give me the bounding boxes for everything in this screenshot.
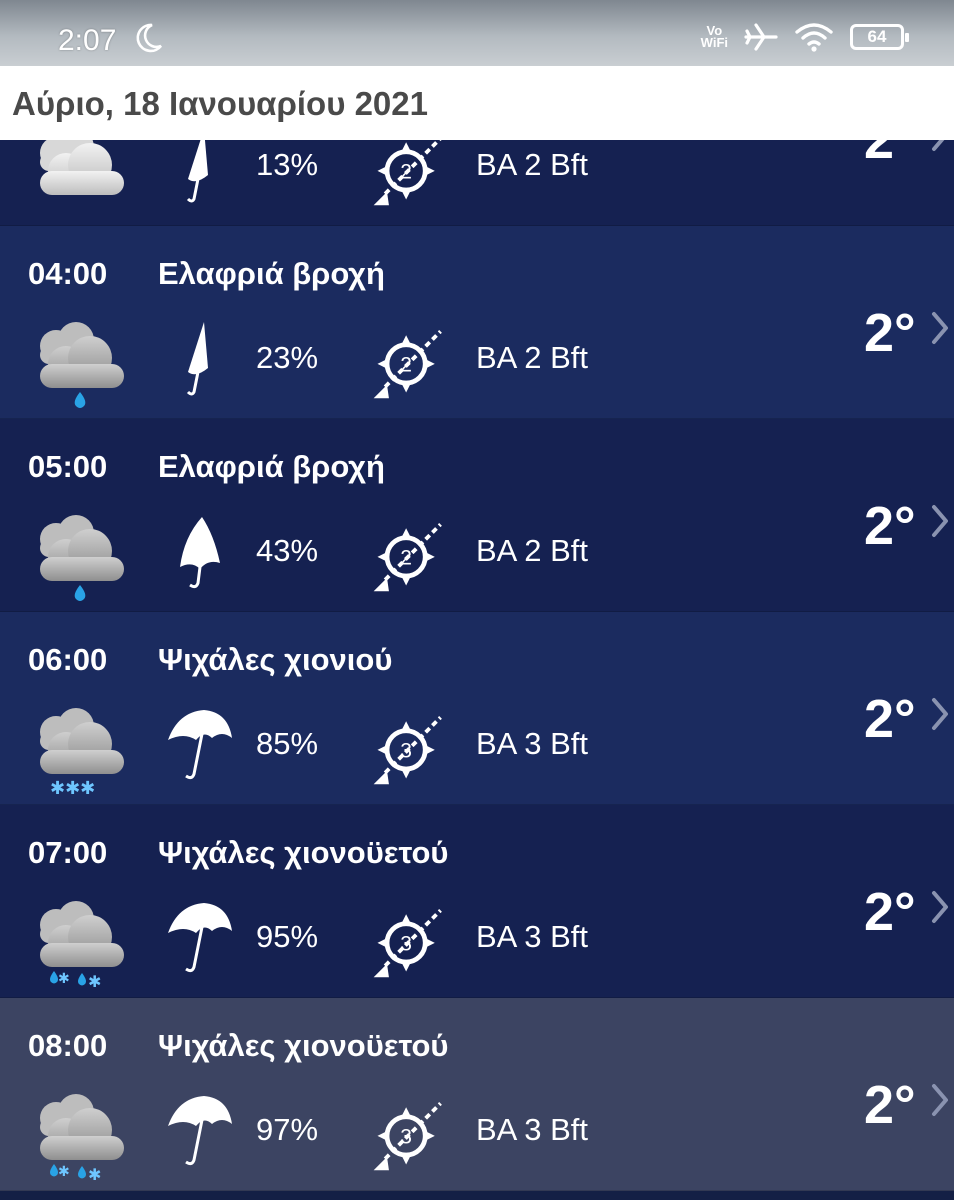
vowifi-bottom-label: WiFi	[700, 35, 728, 50]
wind-text: ΒΑ 3 Bft	[476, 1112, 589, 1147]
row-description: Ψιχάλες χιονοϋετού	[158, 835, 449, 870]
cloudy-icon	[40, 140, 124, 195]
temperature: 2°	[864, 496, 916, 556]
hourly-forecast-list[interactable]: 13% 2 ΒΑ 2 Bft 2° 04:00 Ελαφριά βροχή 23…	[0, 140, 954, 1200]
chevron-right-icon[interactable]	[928, 501, 952, 541]
wind-bft-number: 3	[400, 740, 412, 763]
forecast-row[interactable]: 07:00 Ψιχάλες χιονοϋετού ✱ ✱ 95% 3 ΒΑ 3 …	[0, 805, 954, 998]
battery-level: 64	[867, 27, 887, 46]
svg-text:✱: ✱	[58, 971, 70, 987]
precipitation-chance: 43%	[256, 533, 319, 568]
airplane-icon	[744, 23, 778, 51]
half-open-umbrella-icon	[180, 517, 220, 589]
wind-text: ΒΑ 2 Bft	[476, 147, 589, 182]
forecast-row[interactable]: 05:00 Ελαφριά βροχή 43% 2 ΒΑ 2 Bft 2°	[0, 419, 954, 612]
wind-bft-number: 3	[400, 933, 412, 956]
svg-text:✱✱✱: ✱✱✱	[50, 778, 95, 798]
chevron-right-icon[interactable]	[928, 308, 952, 348]
wind-direction-icon: 3	[368, 704, 450, 790]
forecast-row[interactable]: 13% 2 ΒΑ 2 Bft 2°	[0, 140, 954, 226]
temperature: 2°	[864, 882, 916, 942]
precipitation-chance: 13%	[256, 147, 319, 182]
open-umbrella-icon	[168, 710, 232, 780]
wind-bft-number: 2	[400, 547, 412, 570]
temperature: 2°	[864, 1075, 916, 1135]
forecast-row-selected[interactable]: 08:00 Ψιχάλες χιονοϋετού ✱ ✱ 97% 3 ΒΑ 3 …	[0, 998, 954, 1191]
wind-direction-icon: 3	[368, 897, 450, 983]
sleet-icon: ✱ ✱	[40, 901, 124, 991]
row-description: Ελαφριά βροχή	[158, 256, 385, 291]
wind-bft-number: 3	[400, 1126, 412, 1149]
sleet-icon: ✱ ✱	[40, 1094, 124, 1184]
light-rain-icon	[40, 515, 124, 601]
svg-text:✱: ✱	[88, 972, 101, 991]
row-description: Ελαφριά βροχή	[158, 449, 385, 484]
row-description: Ψιχάλες χιονοϋετού	[158, 1028, 449, 1063]
wind-text: ΒΑ 3 Bft	[476, 919, 589, 954]
wind-text: ΒΑ 2 Bft	[476, 340, 589, 375]
moon-icon	[136, 23, 163, 53]
row-time: 06:00	[28, 642, 108, 677]
wind-direction-icon: 3	[368, 1090, 450, 1176]
precipitation-chance: 85%	[256, 726, 319, 761]
closed-umbrella-icon	[186, 322, 208, 396]
closed-umbrella-icon	[186, 140, 208, 203]
forecast-row[interactable]: 06:00 Ψιχάλες χιονιού ✱✱✱ 85% 3 ΒΑ 3 Bft…	[0, 612, 954, 805]
vowifi-icon: Vo WiFi	[700, 24, 728, 50]
svg-text:✱: ✱	[58, 1164, 70, 1180]
wind-text: ΒΑ 2 Bft	[476, 533, 589, 568]
date-header: Αύριο, 18 Ιανουαρίου 2021	[0, 66, 954, 140]
open-umbrella-icon	[168, 1096, 232, 1166]
row-time: 04:00	[28, 256, 108, 291]
wind-bft-number: 2	[400, 161, 412, 184]
chevron-right-icon[interactable]	[928, 887, 952, 927]
precipitation-chance: 97%	[256, 1112, 319, 1147]
temperature: 2°	[864, 140, 916, 170]
status-time: 2:07	[58, 24, 117, 57]
wind-direction-icon: 2	[368, 140, 450, 211]
bottom-strip	[0, 1192, 954, 1200]
status-bar: 2:07 Vo WiFi 64	[0, 0, 954, 66]
forecast-row[interactable]: 04:00 Ελαφριά βροχή 23% 2 ΒΑ 2 Bft 2°	[0, 226, 954, 419]
row-time: 08:00	[28, 1028, 108, 1063]
light-rain-icon	[40, 322, 124, 408]
precipitation-chance: 95%	[256, 919, 319, 954]
wind-direction-icon: 2	[368, 318, 450, 404]
row-time: 07:00	[28, 835, 108, 870]
battery-icon: 64	[850, 24, 909, 50]
wind-direction-icon: 2	[368, 511, 450, 597]
chevron-right-icon[interactable]	[928, 140, 952, 155]
chevron-right-icon[interactable]	[928, 1080, 952, 1120]
row-description: Ψιχάλες χιονιού	[158, 642, 393, 677]
wind-text: ΒΑ 3 Bft	[476, 726, 589, 761]
open-umbrella-icon	[168, 903, 232, 973]
precipitation-chance: 23%	[256, 340, 319, 375]
row-time: 05:00	[28, 449, 108, 484]
wind-bft-number: 2	[400, 354, 412, 377]
snow-flurries-icon: ✱✱✱	[40, 708, 124, 798]
status-icons: Vo WiFi 64	[700, 22, 909, 52]
svg-text:✱: ✱	[88, 1165, 101, 1184]
chevron-right-icon[interactable]	[928, 694, 952, 734]
wifi-icon	[795, 23, 833, 52]
temperature: 2°	[864, 689, 916, 749]
temperature: 2°	[864, 303, 916, 363]
